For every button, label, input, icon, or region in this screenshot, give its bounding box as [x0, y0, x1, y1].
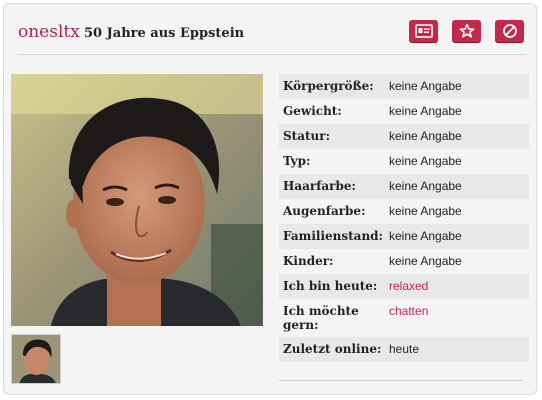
- thumbnail-illustration: [12, 335, 60, 383]
- detail-row-marital-status: Familienstand: keine Angabe: [279, 224, 529, 249]
- profile-card-icon: [414, 24, 433, 38]
- profile-card-button[interactable]: [409, 20, 438, 42]
- detail-value-link[interactable]: chatten: [385, 299, 428, 318]
- detail-row-weight: Gewicht: keine Angabe: [279, 99, 529, 124]
- detail-row-eye-color: Augenfarbe: keine Angabe: [279, 199, 529, 224]
- detail-row-wish: Ich möchte gern: chatten: [279, 299, 529, 337]
- star-icon: [459, 23, 474, 38]
- detail-label: Typ:: [283, 154, 311, 168]
- detail-value: keine Angabe: [389, 104, 462, 118]
- detail-value: keine Angabe: [389, 79, 462, 93]
- detail-label: Haarfarbe:: [283, 179, 356, 193]
- detail-label: Familienstand:: [283, 229, 383, 243]
- profile-actions: [409, 20, 524, 42]
- profile-header: onesltx 50 Jahre aus Eppstein: [18, 16, 526, 55]
- detail-row-build: Statur: keine Angabe: [279, 124, 529, 149]
- detail-label: Zuletzt online:: [283, 342, 382, 356]
- detail-label: Kinder:: [283, 254, 334, 268]
- detail-value: keine Angabe: [389, 254, 462, 268]
- detail-value: keine Angabe: [389, 154, 462, 168]
- detail-value: heute: [389, 342, 420, 356]
- detail-row-height: Körpergröße: keine Angabe: [279, 74, 529, 99]
- detail-row-type: Typ: keine Angabe: [279, 149, 529, 174]
- detail-label: Augenfarbe:: [283, 204, 366, 218]
- detail-value: keine Angabe: [389, 179, 462, 193]
- favorite-button[interactable]: [452, 20, 481, 42]
- detail-label: Ich bin heute:: [283, 279, 378, 293]
- detail-value: keine Angabe: [389, 129, 462, 143]
- detail-row-last-online: Zuletzt online: heute: [279, 337, 529, 362]
- details-divider: [279, 380, 523, 381]
- detail-row-children: Kinder: keine Angabe: [279, 249, 529, 274]
- portrait-illustration: [11, 74, 263, 326]
- username-link[interactable]: onesltx: [18, 22, 80, 42]
- block-button[interactable]: [495, 20, 524, 42]
- profile-subtitle: 50 Jahre aus Eppstein: [84, 26, 245, 41]
- block-icon: [502, 24, 517, 38]
- detail-value: keine Angabe: [389, 229, 462, 243]
- detail-value: keine Angabe: [389, 204, 462, 218]
- detail-row-mood: Ich bin heute: relaxed: [279, 274, 529, 299]
- profile-photo-thumbnail[interactable]: [11, 334, 61, 384]
- detail-value-link[interactable]: relaxed: [385, 274, 428, 293]
- profile-details: Körpergröße: keine Angabe Gewicht: keine…: [279, 74, 529, 362]
- detail-label: Körpergröße:: [283, 79, 374, 93]
- detail-label: Statur:: [283, 129, 331, 143]
- detail-label: Ich möchte gern:: [283, 304, 359, 332]
- profile-photo[interactable]: [11, 74, 263, 326]
- detail-row-hair-color: Haarfarbe: keine Angabe: [279, 174, 529, 199]
- detail-label: Gewicht:: [283, 104, 342, 118]
